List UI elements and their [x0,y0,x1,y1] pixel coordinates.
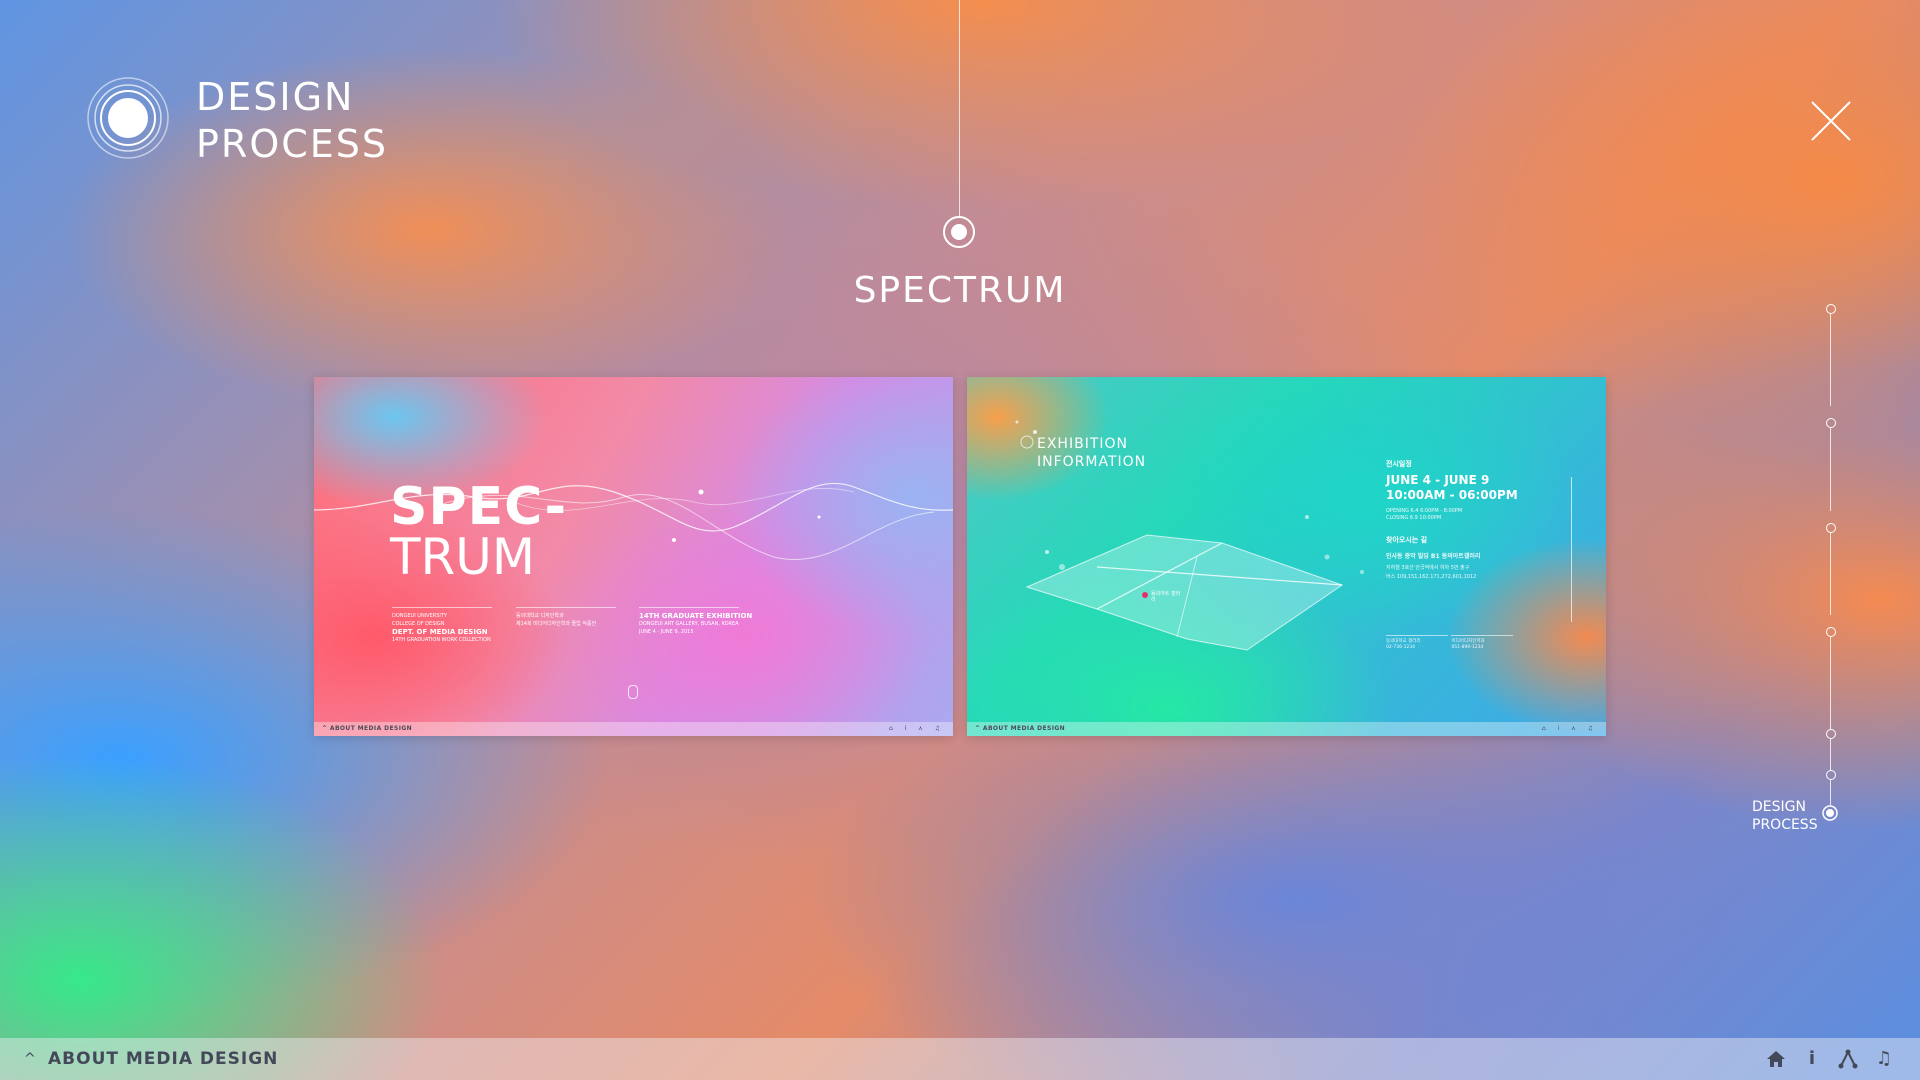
rail-label-line2: PROCESS [1752,817,1818,833]
schedule-header: 전시일정 [1386,460,1412,468]
info-column-3: 14TH GRADUATE EXHIBITION DONGEUI ART GAL… [639,607,752,636]
rail-node-6[interactable] [1826,770,1836,780]
exhibition-info-preview[interactable]: EXHIBITION INFORMATION 동의아트 갤러리 전시일정 JUN… [967,377,1606,736]
info-column-2: 동의대학교 디자인학과 제14회 미디어디자인학과 졸업 작품전 [516,607,616,628]
rail-segment [1830,532,1831,615]
rail-segment [1830,738,1831,770]
section-node-icon [943,216,975,248]
mini-bar-icons: ⌂ i ⋏ ♫ [889,725,945,732]
scroll-indicator-icon [628,685,638,699]
exhibition-dates: JUNE 4 - JUNE 9 [1386,473,1490,487]
closing-time: CLOSING 6.9 10:00PM [1386,515,1442,521]
close-icon[interactable] [1810,100,1852,142]
mini-bar-icons: ⌂ i ⋏ ♫ [1542,725,1598,732]
chevron-up-icon[interactable]: ^ [24,1051,36,1067]
page-title-line1: DESIGN [196,75,355,119]
mini-bottom-bar: ^ ABOUT MEDIA DESIGN ⌂ i ⋏ ♫ [967,722,1606,736]
rail-segment [1830,636,1831,729]
rail-node-2[interactable] [1826,418,1836,428]
music-icon[interactable]: ♫ [1872,1047,1896,1071]
info-icon[interactable]: i [1800,1047,1824,1071]
col3-line2: DONGEUI ART GALLERY, BUSAN, KOREA [639,621,739,627]
rail-node-active[interactable] [1822,805,1838,821]
col1-line1: DONGEUI UNIVERSITY [392,613,447,619]
col1-line2: COLLEGE OF DESIGN [392,621,445,627]
about-media-design-link[interactable]: ABOUT MEDIA DESIGN [48,1049,278,1069]
col3-line3: JUNE 4 - JUNE 9, 2015 [639,629,694,635]
subway-directions: 지하철 3호선 안국역에서 하차 5번 출구 [1386,565,1470,571]
exhibition-title: EXHIBITION INFORMATION [1037,435,1146,471]
opening-time: OPENING 6.4 6:00PM - 8:00PM [1386,508,1463,514]
rail-node-4[interactable] [1826,627,1836,637]
share-icon[interactable] [1836,1047,1860,1071]
mini-bar-label: ^ ABOUT MEDIA DESIGN [322,725,413,732]
home-icon[interactable] [1764,1047,1788,1071]
rail-active-label: DESIGN PROCESS [1752,798,1818,834]
col3-line1: 14TH GRADUATE EXHIBITION [639,612,753,620]
contact-2-phone: 051-890-1234 [1451,645,1484,650]
ring-logo-icon[interactable] [86,76,170,160]
rail-label-line1: DESIGN [1752,799,1806,815]
rail-segment [1830,427,1831,511]
gallery-address: 인사동 중악 빌딩 B1 동의아트갤러리 [1386,553,1481,560]
col1-line4: 14TH GRADUATION WORK COLLECTION [392,637,491,643]
info-column-1: DONGEUI UNIVERSITY COLLEGE OF DESIGN DEP… [392,607,492,644]
page-title-line2: PROCESS [196,122,389,166]
bottom-bar: ^ ABOUT MEDIA DESIGN i ♫ [0,1038,1920,1080]
exhibition-hours: 10:00AM - 06:00PM [1386,488,1518,502]
contact-1-phone: 02-736-1234 [1386,645,1416,650]
col2-line1: 동의대학교 디자인학과 [516,613,564,619]
mini-bar-label: ^ ABOUT MEDIA DESIGN [975,725,1066,732]
rail-node-3[interactable] [1826,523,1836,533]
mini-nav-rail [1571,477,1572,622]
section-title: SPECTRUM [853,270,1067,311]
page-title: DESIGN PROCESS [196,74,388,168]
top-connector-line [959,0,960,218]
spectrum-main-preview[interactable]: SPEC- TRUM DONGEUI UNIVERSITY COLLEGE OF… [314,377,953,736]
rail-node-1[interactable] [1826,304,1836,314]
map-label: 동의아트 갤러리 [1151,591,1181,603]
exhibition-title-line1: EXHIBITION [1037,436,1128,452]
contact-info: 동의대학교 갤러리 02-736-1234 미디어디자인학과 051-890-1… [1386,635,1514,651]
mini-bottom-bar: ^ ABOUT MEDIA DESIGN ⌂ i ⋏ ♫ [314,722,953,736]
rail-node-5[interactable] [1826,729,1836,739]
exhibition-title-line2: INFORMATION [1037,454,1147,470]
col2-line2: 제14회 미디어디자인학과 졸업 작품전 [516,621,597,627]
rail-segment [1830,314,1831,406]
spec-title: SPEC- [390,477,568,537]
trum-title: TRUM [390,528,536,586]
bus-directions: 버스 109,151,162,171,272,601,1012 [1386,574,1477,580]
rail-segment [1830,779,1831,805]
directions-header: 찾아오시는 길 [1386,536,1428,544]
exhibition-details: 전시일정 JUNE 4 - JUNE 9 10:00AM - 06:00PM O… [1386,460,1518,581]
col1-line3: DEPT. OF MEDIA DESIGN [392,628,488,636]
